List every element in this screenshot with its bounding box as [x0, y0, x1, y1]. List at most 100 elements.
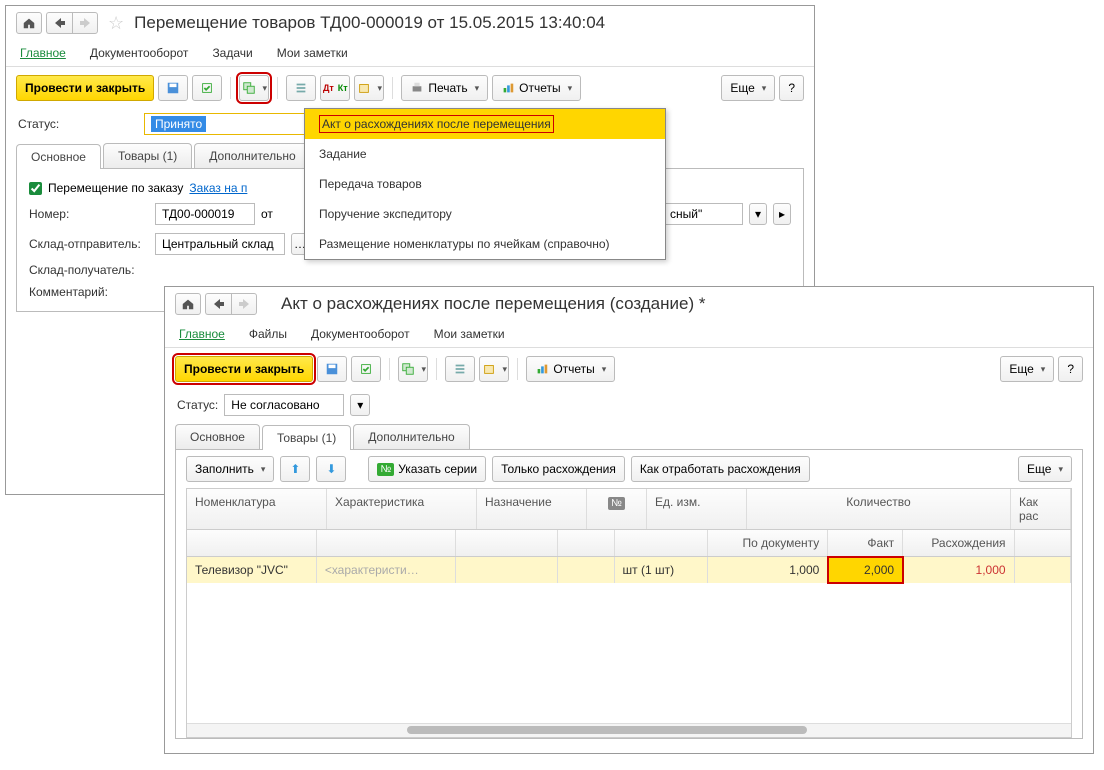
cell-by-doc[interactable]: 1,000 — [708, 557, 829, 583]
help-button[interactable]: ? — [1058, 356, 1083, 382]
menu-item-forwarder-order[interactable]: Поручение экспедитору — [305, 199, 665, 229]
status-drop[interactable]: ▾ — [350, 394, 370, 416]
menu-item-discrepancy-act[interactable]: Акт о расхождениях после перемещения — [305, 109, 665, 139]
menu-docflow[interactable]: Документооборот — [90, 46, 189, 60]
col-purpose[interactable]: Назначение — [477, 489, 587, 529]
how-process-button[interactable]: Как отработать расхождения — [631, 456, 810, 482]
priority-input[interactable]: сный" — [663, 203, 743, 225]
menu-item-task[interactable]: Задание — [305, 139, 665, 169]
titlebar2: Акт о расхождениях после перемещения (со… — [165, 287, 1093, 321]
status-label: Статус: — [18, 117, 138, 131]
reports-button[interactable]: Отчеты — [526, 356, 615, 382]
date-from-label: от — [261, 207, 273, 221]
create-based-on-button[interactable] — [398, 356, 428, 382]
cell-series[interactable] — [558, 557, 614, 583]
more-button[interactable]: Еще — [721, 75, 775, 101]
back-button[interactable] — [205, 293, 231, 315]
move-down-button[interactable]: ⬇ — [316, 456, 346, 482]
move-up-button[interactable]: ⬆ — [280, 456, 310, 482]
col-diff[interactable]: Расхождения — [903, 530, 1014, 556]
menu-notes[interactable]: Мои заметки — [277, 46, 348, 60]
menu-item-goods-transfer[interactable]: Передача товаров — [305, 169, 665, 199]
back-button[interactable] — [46, 12, 72, 34]
tab-extra[interactable]: Дополнительно — [194, 143, 310, 168]
number-input[interactable]: ТД00-000019 — [155, 203, 255, 225]
sender-label: Склад-отправитель: — [29, 237, 149, 251]
cell-nomenclature[interactable]: Телевизор "JVC" — [187, 557, 317, 583]
grid-more-button[interactable]: Еще — [1018, 456, 1072, 482]
print-button[interactable]: Печать — [401, 75, 488, 101]
more-button[interactable]: Еще — [1000, 356, 1054, 382]
priority-drop[interactable]: ▾ — [749, 203, 767, 225]
menu-main[interactable]: Главное — [179, 327, 225, 341]
forward-button[interactable] — [231, 293, 257, 315]
tab-main[interactable]: Основное — [175, 424, 260, 449]
favorite-icon[interactable]: ☆ — [108, 13, 124, 34]
help-button[interactable]: ? — [779, 75, 804, 101]
save-button[interactable] — [317, 356, 347, 382]
cell-purpose[interactable] — [456, 557, 558, 583]
menu-docflow[interactable]: Документооборот — [311, 327, 410, 341]
tab-goods[interactable]: Товары (1) — [103, 143, 192, 168]
menu-item-cell-placement[interactable]: Размещение номенклатуры по ячейкам (спра… — [305, 229, 665, 259]
order-link[interactable]: Заказ на п — [189, 181, 247, 195]
cell-unit[interactable]: шт (1 шт) — [615, 557, 708, 583]
home-button[interactable] — [16, 12, 42, 34]
cell-how[interactable] — [1015, 557, 1071, 583]
status-row2: Статус: Не согласовано ▾ — [165, 390, 1093, 420]
cell-characteristic[interactable]: <характеристи… — [317, 557, 456, 583]
post-button[interactable] — [192, 75, 222, 101]
menu-main[interactable]: Главное — [20, 46, 66, 60]
cell-fact[interactable]: 2,000 — [828, 557, 903, 583]
dtkt-button[interactable]: ДтКт — [320, 75, 350, 101]
col-nomenclature[interactable]: Номенклатура — [187, 489, 327, 529]
menubar2: Главное Файлы Документооборот Мои заметк… — [165, 321, 1093, 348]
col-quantity[interactable]: Количество — [747, 489, 1011, 529]
forward-button[interactable] — [72, 12, 98, 34]
menu-files[interactable]: Файлы — [249, 327, 287, 341]
tab-extra[interactable]: Дополнительно — [353, 424, 469, 449]
priority-open[interactable]: ▸ — [773, 203, 791, 225]
menu-notes[interactable]: Мои заметки — [434, 327, 505, 341]
post-button[interactable] — [351, 356, 381, 382]
only-diff-button[interactable]: Только расхождения — [492, 456, 625, 482]
reports-button[interactable]: Отчеты — [492, 75, 581, 101]
series-button[interactable]: № Указать серии — [368, 456, 486, 482]
fill-button[interactable]: Заполнить — [186, 456, 274, 482]
tab-goods[interactable]: Товары (1) — [262, 425, 351, 450]
cell-diff[interactable]: 1,000 — [903, 557, 1014, 583]
toolbar: Провести и закрыть ДтКт Печать Отчеты — [6, 67, 814, 109]
col-characteristic[interactable]: Характеристика — [327, 489, 477, 529]
grid-subheader: По документу Факт Расхождения — [187, 530, 1071, 557]
menu-tasks[interactable]: Задачи — [212, 46, 252, 60]
col-how[interactable]: Как рас — [1011, 489, 1071, 529]
col-by-doc[interactable]: По документу — [708, 530, 829, 556]
post-and-close-button[interactable]: Провести и закрыть — [16, 75, 154, 101]
status-input[interactable]: Не согласовано — [224, 394, 344, 416]
grid-header: Номенклатура Характеристика Назначение №… — [187, 489, 1071, 530]
home-button[interactable] — [175, 293, 201, 315]
col-fact[interactable]: Факт — [828, 530, 903, 556]
sender-input[interactable]: Центральный склад — [155, 233, 285, 255]
list-button[interactable] — [445, 356, 475, 382]
goods-grid[interactable]: Номенклатура Характеристика Назначение №… — [186, 488, 1072, 738]
status-label: Статус: — [177, 398, 218, 412]
move-by-order-checkbox[interactable] — [29, 182, 42, 195]
save-button[interactable] — [158, 75, 188, 101]
comment-label: Комментарий: — [29, 285, 149, 299]
window-title: Акт о расхождениях после перемещения (со… — [281, 294, 705, 314]
create-based-on-button[interactable] — [239, 75, 269, 101]
horizontal-scrollbar[interactable] — [187, 723, 1071, 737]
grid-toolbar: Заполнить ⬆ ⬇ № Указать серии Только рас… — [176, 450, 1082, 488]
table-row[interactable]: Телевизор "JVC" <характеристи… шт (1 шт)… — [187, 557, 1071, 583]
scrollbar-thumb[interactable] — [407, 726, 807, 734]
attach-button[interactable] — [479, 356, 509, 382]
attach-button[interactable] — [354, 75, 384, 101]
list-button[interactable] — [286, 75, 316, 101]
tab-main[interactable]: Основное — [16, 144, 101, 169]
toolbar2: Провести и закрыть Отчеты Еще ? — [165, 348, 1093, 390]
number-label: Номер: — [29, 207, 149, 221]
col-series[interactable]: № — [587, 489, 647, 529]
col-unit[interactable]: Ед. изм. — [647, 489, 747, 529]
post-and-close-button[interactable]: Провести и закрыть — [175, 356, 313, 382]
